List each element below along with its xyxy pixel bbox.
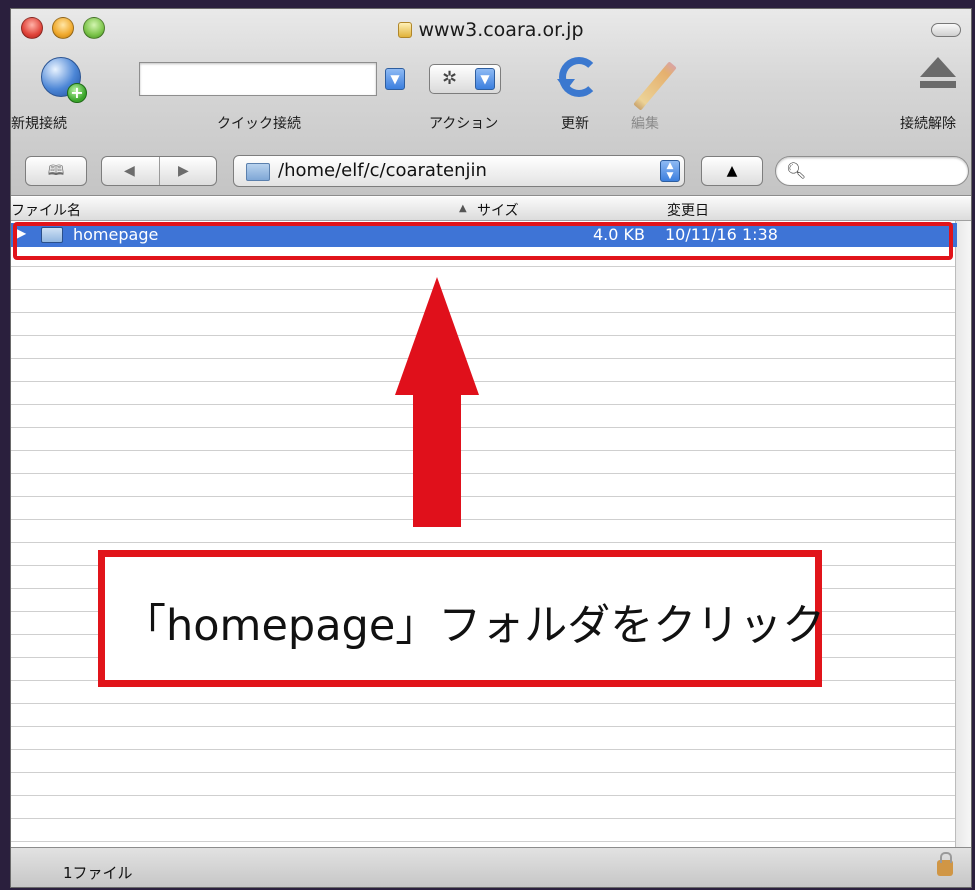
chevron-down-icon[interactable]: ▼ <box>385 68 405 90</box>
pencil-icon <box>633 61 677 111</box>
gear-icon: ✲ <box>442 68 458 89</box>
ftp-browser-window: www3.coara.or.jp + 新規接続 ▼ クイック接続 ✲ ▼ アクシ… <box>10 8 972 888</box>
eject-icon[interactable] <box>916 57 960 95</box>
status-bar: 1ファイル <box>11 847 971 887</box>
back-button[interactable]: ◀ <box>124 157 135 185</box>
path-text: /home/elf/c/coaratenjin <box>278 160 487 181</box>
toolbar-toggle-button[interactable] <box>931 23 961 37</box>
window-chrome: www3.coara.or.jp + 新規接続 ▼ クイック接続 ✲ ▼ アクシ… <box>11 9 971 196</box>
refresh-arrowhead-icon <box>557 79 575 91</box>
refresh-label[interactable]: 更新 <box>561 113 589 133</box>
path-selector[interactable]: /home/elf/c/coaratenjin ▲ ▼ <box>233 155 685 187</box>
instruction-callout: 「homepage」フォルダをクリック <box>98 550 826 687</box>
action-label: アクション <box>429 116 499 132</box>
quick-connect-label: クイック接続 <box>217 116 301 132</box>
bookmarks-button[interactable]: 🕮 <box>25 156 87 186</box>
refresh-icon[interactable] <box>559 57 599 97</box>
vertical-scrollbar[interactable] <box>955 221 971 847</box>
chevron-down-icon: ▼ <box>475 68 495 90</box>
search-field[interactable]: 🔍︎ <box>775 156 969 186</box>
document-icon <box>398 22 413 38</box>
forward-button[interactable]: ▶ <box>178 157 189 185</box>
book-icon: 🕮 <box>47 163 65 179</box>
callout-text: 「homepage」フォルダをクリック <box>123 601 826 651</box>
file-count: 1ファイル <box>63 864 133 882</box>
action-button[interactable]: ✲ ▼ <box>429 64 501 94</box>
highlight-box <box>13 222 953 260</box>
sort-ascending-icon: ▲ <box>459 203 467 214</box>
quick-connect-input[interactable] <box>139 62 377 96</box>
plus-icon: + <box>67 83 87 103</box>
column-header: ファイル名 ▲ サイズ 変更日 <box>11 197 971 221</box>
updown-arrows-icon: ▲ ▼ <box>660 160 680 182</box>
column-size[interactable]: サイズ <box>477 200 519 220</box>
search-icon: 🔍︎ <box>786 161 807 180</box>
lock-icon <box>937 852 953 876</box>
column-modified[interactable]: 変更日 <box>667 200 709 220</box>
edit-label: 編集 <box>631 116 659 132</box>
file-list <box>11 221 957 847</box>
arrow-up-icon <box>395 277 479 395</box>
new-connection-label[interactable]: 新規接続 <box>11 113 67 133</box>
arrow-shaft <box>413 392 461 527</box>
folder-icon <box>246 163 270 181</box>
back-forward-control: ◀ ▶ <box>101 156 217 186</box>
disconnect-label[interactable]: 接続解除 <box>900 113 956 133</box>
parent-folder-button[interactable]: ▲ <box>701 156 763 186</box>
column-filename[interactable]: ファイル名 <box>11 200 81 220</box>
up-arrow-icon: ▲ <box>726 163 738 179</box>
window-title: www3.coara.or.jp <box>11 19 971 41</box>
